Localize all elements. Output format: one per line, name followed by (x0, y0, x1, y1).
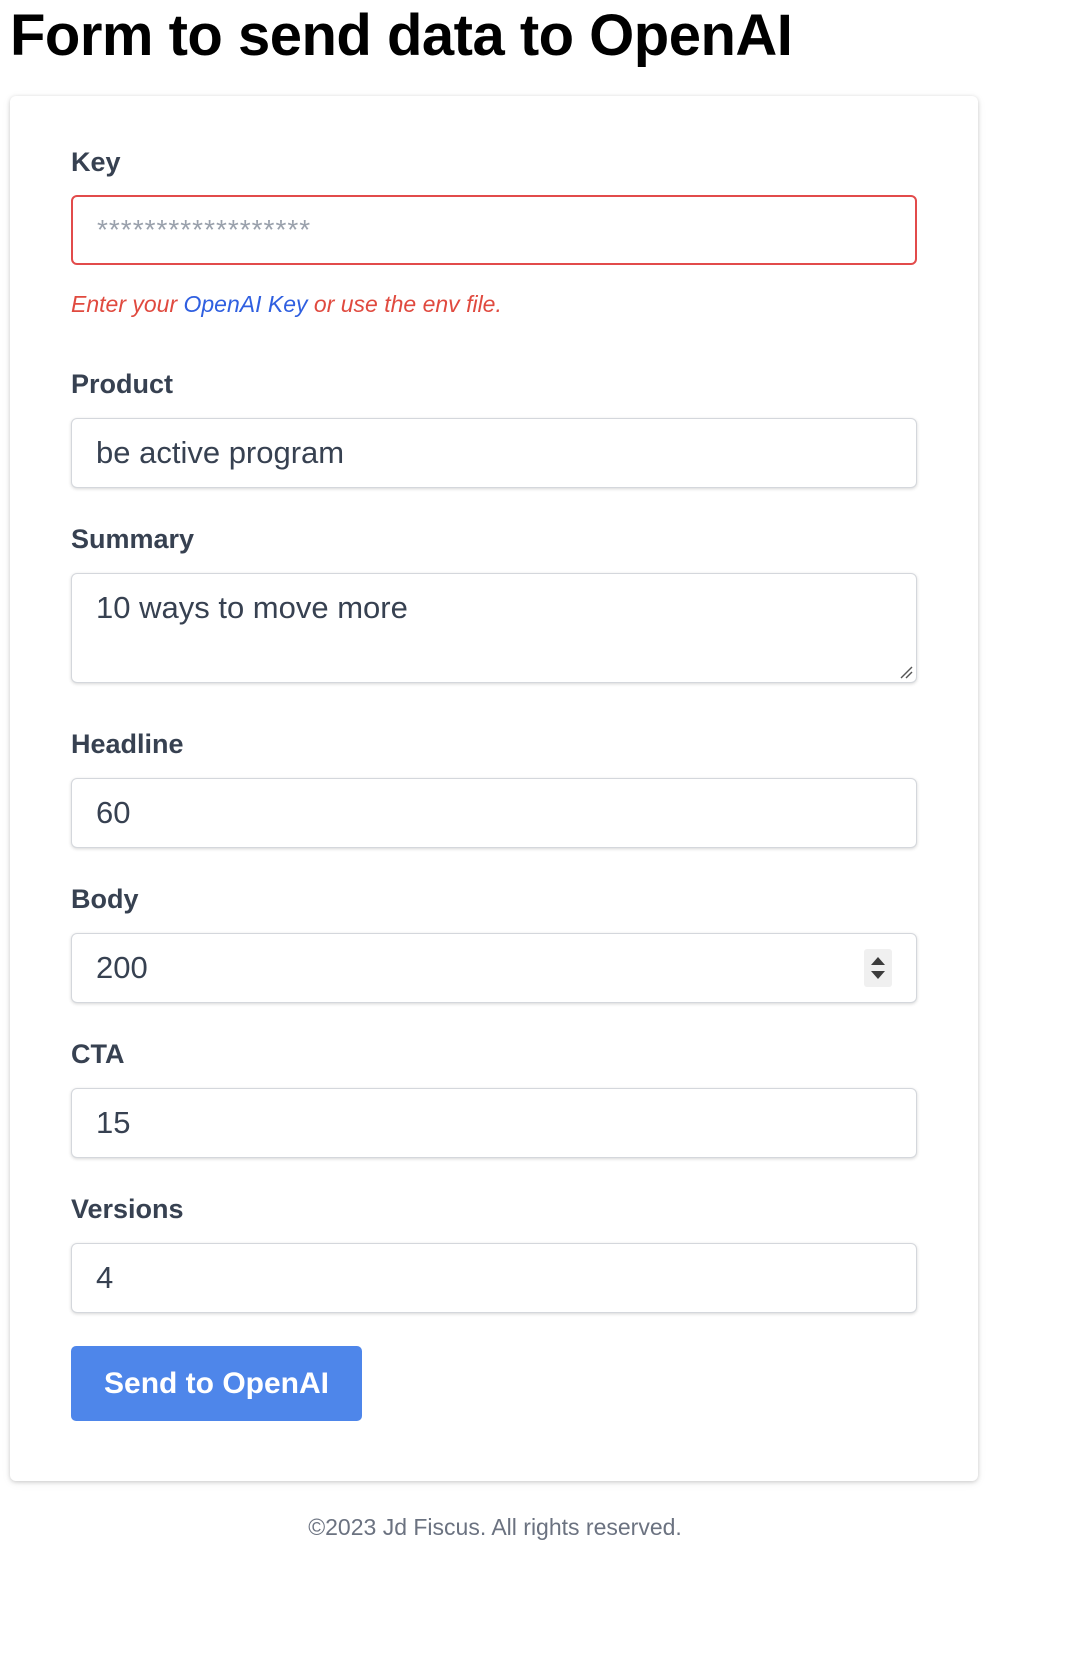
key-help-prefix: Enter your (71, 291, 184, 317)
summary-value: 10 ways to move more (96, 590, 408, 625)
versions-input[interactable]: 4 (71, 1243, 917, 1313)
key-placeholder: ****************** (97, 214, 312, 245)
product-input[interactable]: be active program (71, 418, 917, 488)
key-label: Key (71, 147, 121, 177)
cta-input[interactable]: 15 (71, 1088, 917, 1158)
key-help-suffix: or use the env file. (307, 291, 502, 317)
send-to-openai-button[interactable]: Send to OpenAI (71, 1346, 362, 1421)
product-label: Product (71, 369, 174, 399)
page-title: Form to send data to OpenAI (10, 3, 793, 68)
body-value: 200 (96, 950, 148, 985)
resize-grip-icon[interactable] (899, 665, 913, 679)
cta-label: CTA (71, 1039, 125, 1069)
form-card: Key ****************** Enter your OpenAI… (10, 96, 978, 1481)
body-label: Body (71, 884, 139, 914)
increment-arrow-icon[interactable] (871, 957, 885, 965)
openai-key-link[interactable]: OpenAI Key (184, 291, 308, 317)
versions-value: 4 (96, 1260, 114, 1295)
versions-label: Versions (71, 1194, 184, 1224)
headline-value: 60 (96, 795, 131, 830)
cta-value: 15 (96, 1105, 131, 1140)
key-help-text: Enter your OpenAI Key or use the env fil… (71, 290, 502, 318)
headline-input[interactable]: 60 (71, 778, 917, 848)
decrement-arrow-icon[interactable] (871, 971, 885, 979)
footer-copyright: ©2023 Jd Fiscus. All rights reserved. (308, 1514, 682, 1540)
body-number-input[interactable]: 200 (71, 933, 917, 1003)
number-stepper[interactable] (864, 949, 892, 987)
product-value: be active program (96, 435, 345, 470)
key-input[interactable]: ****************** (71, 195, 917, 265)
summary-label: Summary (71, 524, 195, 554)
headline-label: Headline (71, 729, 184, 759)
summary-textarea[interactable]: 10 ways to move more (71, 573, 917, 683)
